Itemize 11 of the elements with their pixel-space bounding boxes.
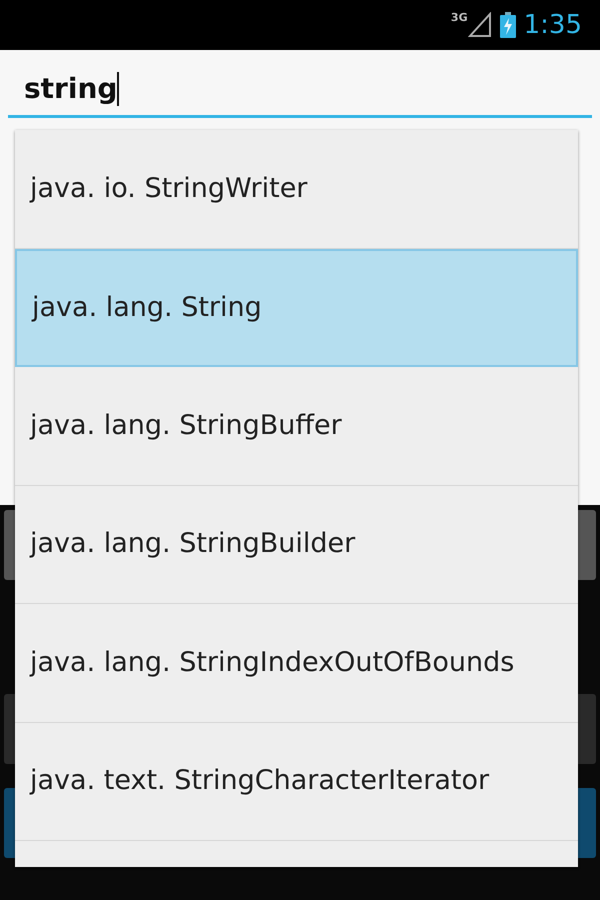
suggestion-item[interactable]: java. text. StringCharacterIterator: [15, 722, 578, 841]
clock: 1:35: [524, 8, 582, 42]
text-cursor: [117, 72, 120, 106]
battery-icon: [500, 12, 516, 38]
suggestion-item[interactable]: java. lang. StringBuilder: [15, 486, 578, 604]
suggestion-item[interactable]: java. lang. String: [15, 248, 578, 367]
signal-icon: [468, 12, 492, 38]
search-field[interactable]: string: [8, 62, 592, 118]
suggestion-item[interactable]: java. lang. StringBuffer: [15, 367, 578, 486]
network-label: 3G: [450, 12, 468, 23]
suggestion-item[interactable]: java. lang. StringIndexOutOfBounds: [15, 604, 578, 722]
